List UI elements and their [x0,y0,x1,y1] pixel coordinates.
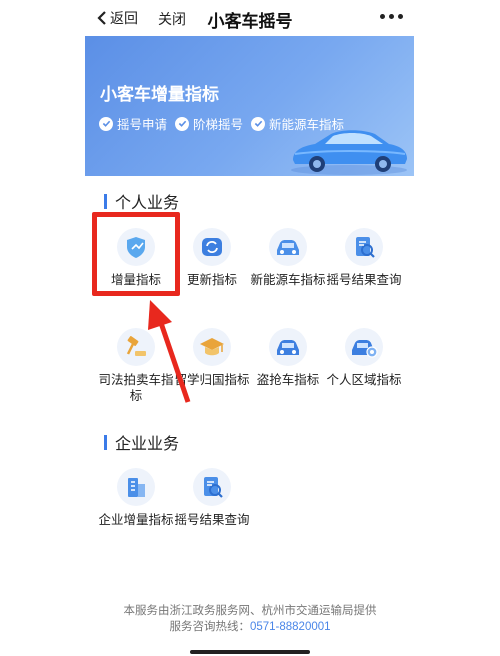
hero-banner: 小客车增量指标 摇号申请 阶梯摇号 新能源车指标 [85,36,414,176]
search-doc-icon [193,468,231,506]
check-icon [99,116,113,131]
tile-label: 个人区域指标 [326,373,402,387]
tile-enterprise-lottery-result-query[interactable]: 摇号结果查询 [172,468,252,528]
car-region-icon [345,328,383,366]
highlight-box [92,212,180,296]
building-icon [117,468,155,506]
footer-hotline: 服务咨询热线：0571-88820001 [0,619,500,635]
banner-title: 小客车增量指标 [100,85,219,104]
banner-feature-label: 阶梯摇号 [193,118,244,132]
tile-enterprise-incremental-quota[interactable]: 企业增量指标 [96,468,176,528]
banner-feature-label: 摇号申请 [117,118,168,132]
tile-label: 摇号结果查询 [174,513,250,527]
car-icon [269,328,307,366]
tile-new-energy-quota[interactable]: 新能源车指标 [248,228,328,288]
section-title: 企业业务 [115,436,180,453]
home-indicator [190,650,310,654]
page-title: 小客车摇号 [207,12,293,31]
section-marker [104,434,107,450]
tile-stolen-car-quota[interactable]: 盗抢车指标 [248,328,328,388]
tile-label: 留学归国指标 [174,373,250,387]
banner-feature: 阶梯摇号 [175,114,243,133]
tile-label: 更新指标 [186,273,237,287]
tile-personal-region-quota[interactable]: 个人区域指标 [324,328,404,388]
tile-overseas-returnee-quota[interactable]: 留学归国指标 [172,328,252,388]
hotline-number[interactable]: 0571-88820001 [250,621,331,633]
tile-lottery-result-query[interactable]: 摇号结果查询 [324,228,404,288]
section-title: 个人业务 [115,195,180,212]
tile-label: 企业增量指标 [98,513,174,527]
section-personal-header: 个人业务 [104,189,179,213]
check-icon [175,116,189,131]
graduation-cap-icon [193,328,231,366]
more-menu-button[interactable] [380,14,403,19]
check-icon [251,116,265,131]
top-bar: 返回 关闭 小客车摇号 [0,0,500,36]
tile-renewal-quota[interactable]: 更新指标 [172,228,252,288]
section-enterprise-header: 企业业务 [104,430,179,454]
footer: 本服务由浙江政务服务网、杭州市交通运输局提供 服务咨询热线：0571-88820… [0,603,500,635]
tile-label: 司法拍卖车指标 [98,373,174,403]
more-dot-icon [398,14,403,19]
car-icon [269,228,307,266]
more-dot-icon [380,14,385,19]
tile-label: 摇号结果查询 [326,273,402,287]
more-dot-icon [389,14,394,19]
refresh-icon [193,228,231,266]
tile-label: 新能源车指标 [250,273,326,287]
banner-feature: 摇号申请 [99,114,167,133]
hotline-label: 服务咨询热线： [169,621,250,633]
search-doc-icon [345,228,383,266]
footer-provider: 本服务由浙江政务服务网、杭州市交通运输局提供 [123,605,377,617]
tile-judicial-auction-quota[interactable]: 司法拍卖车指标 [96,328,176,404]
gavel-icon [117,328,155,366]
tile-label: 盗抢车指标 [256,373,320,387]
section-marker [104,193,107,209]
car-illustration-icon [291,130,407,175]
